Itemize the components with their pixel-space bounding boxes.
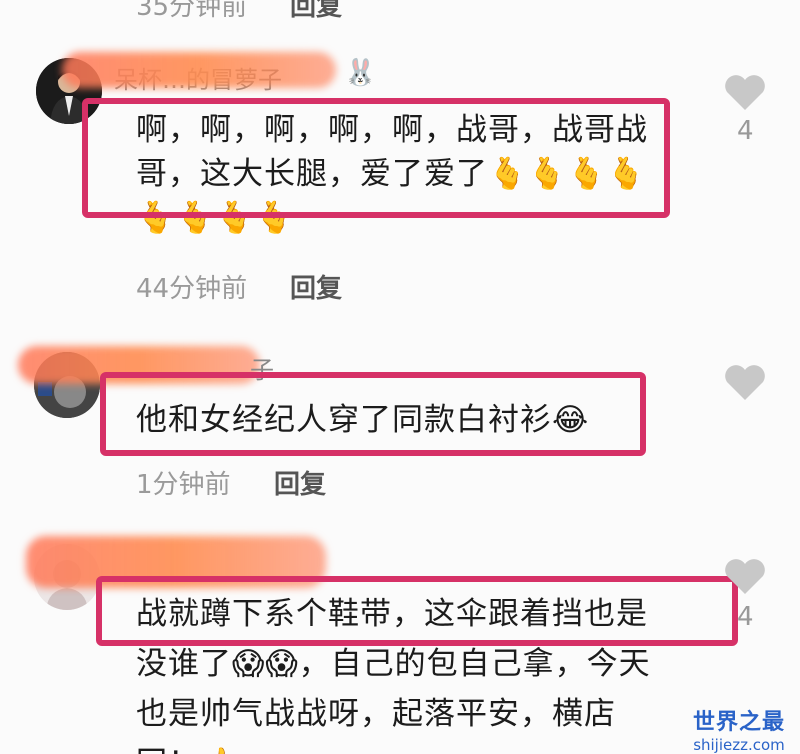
comment-time: 35分钟前 — [136, 0, 248, 22]
highlight-box — [82, 98, 670, 218]
highlight-box — [100, 372, 646, 456]
comment-time: 44分钟前 — [136, 274, 248, 304]
highlight-box — [96, 576, 738, 646]
like-count: 4 — [737, 116, 754, 146]
watermark-title: 世界之最 — [692, 710, 785, 735]
heart-icon — [725, 559, 765, 594]
watermark-url: shijiezz.com — [693, 736, 785, 754]
reply-button[interactable]: 回复 — [274, 464, 326, 501]
like-button[interactable] — [722, 72, 772, 112]
heart-icon — [725, 75, 765, 110]
redaction-mark — [62, 52, 336, 88]
reply-button[interactable]: 回复 — [290, 268, 342, 305]
comment-time: 1分钟前 — [136, 470, 231, 500]
reply-button[interactable]: 回复 — [290, 0, 342, 23]
like-button[interactable] — [722, 362, 772, 402]
rabbit-icon: 🐰 — [344, 58, 377, 88]
like-count: 4 — [737, 602, 754, 632]
previous-comment-meta: 35分钟前 回复 — [0, 0, 800, 22]
heart-icon — [725, 365, 765, 400]
watermark: 世界之最 shijiezz.com — [684, 704, 794, 754]
like-button[interactable] — [722, 556, 772, 596]
